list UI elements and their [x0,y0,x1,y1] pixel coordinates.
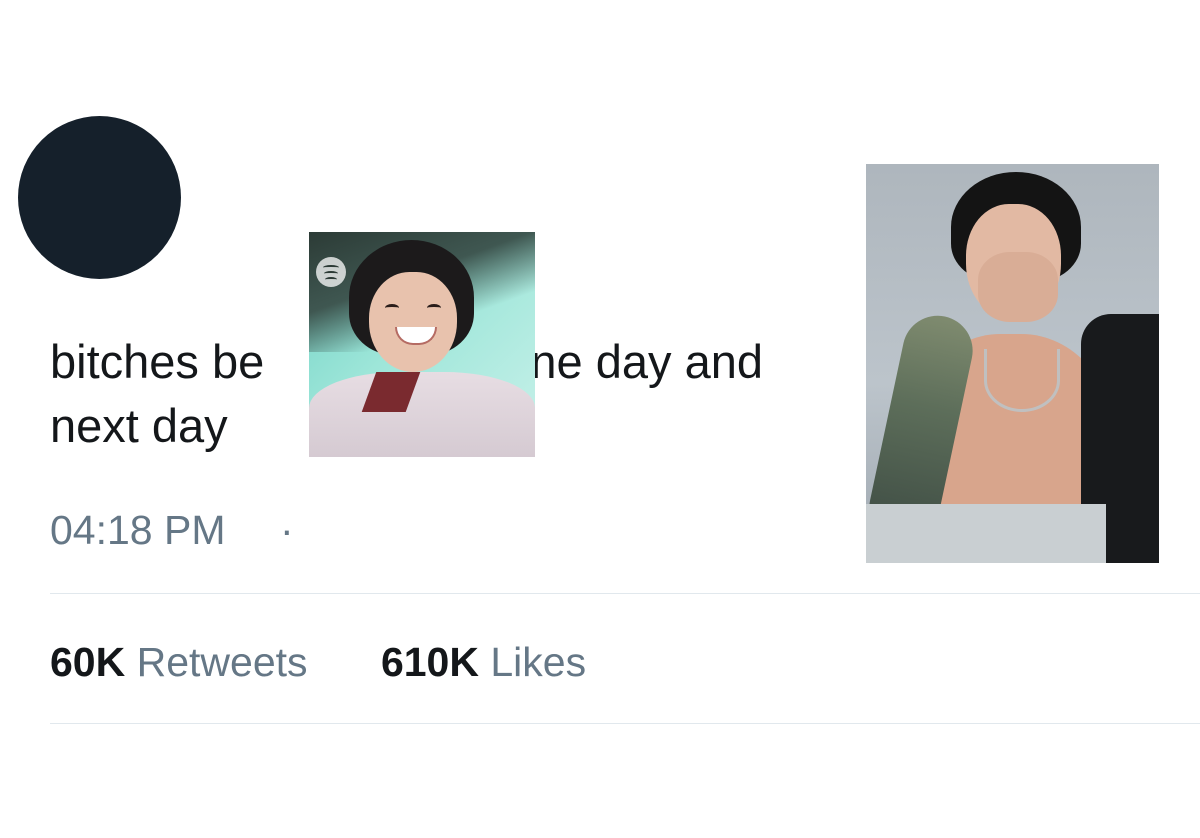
divider-bottom [50,723,1200,724]
retweets-stat[interactable]: 60K Retweets [50,636,308,688]
likes-count: 610K [380,639,479,685]
tweet-stats: 60K Retweets 610K Likes [50,636,586,688]
tweet-text-part-2: one day and [504,335,763,388]
selfie-photo[interactable] [309,232,535,457]
tweet-text-part-1: bitches be [50,335,265,388]
tweet-timestamp[interactable]: 04:18 PM [50,505,226,555]
avatar[interactable] [18,116,181,279]
retweets-label: Retweets [136,639,308,685]
tweet-detail: bitches be one day and next day 04:18 PM … [0,0,1200,838]
timestamp-separator: · [280,507,294,553]
divider-top [50,593,1200,594]
likes-label: Likes [490,639,587,685]
retweets-count: 60K [50,639,126,685]
likes-stat[interactable]: 610K Likes [381,636,586,688]
spotify-icon [316,257,346,287]
portrait-photo[interactable] [866,164,1159,563]
